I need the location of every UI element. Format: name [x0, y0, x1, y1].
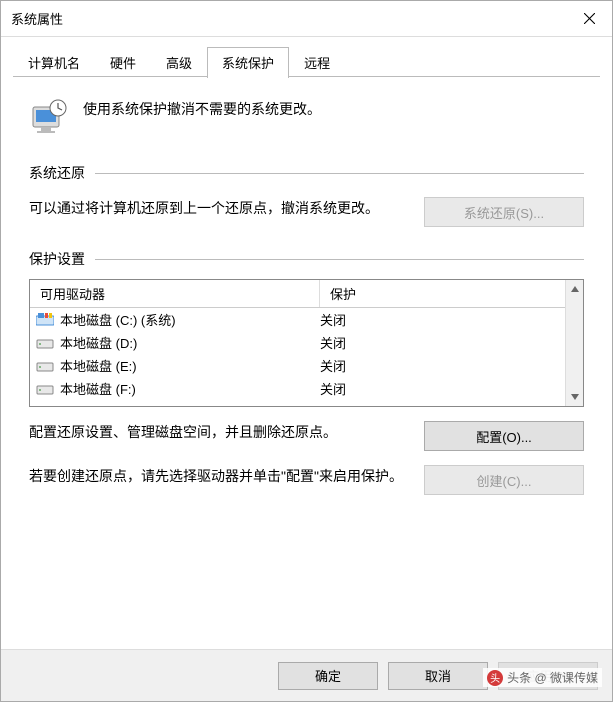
section-restore-title: 系统还原	[29, 163, 85, 183]
titlebar: 系统属性	[1, 1, 612, 37]
tab-advanced[interactable]: 高级	[151, 47, 207, 77]
system-restore-button[interactable]: 系统还原(S)...	[424, 197, 584, 227]
create-desc: 若要创建还原点，请先选择驱动器并单击"配置"来启用保护。	[29, 465, 404, 487]
ok-button[interactable]: 确定	[278, 662, 378, 690]
hdd-icon	[36, 336, 54, 350]
tab-remote[interactable]: 远程	[289, 47, 345, 77]
tab-computer-name[interactable]: 计算机名	[13, 47, 95, 77]
restore-desc: 可以通过将计算机还原到上一个还原点，撤消系统更改。	[29, 197, 404, 219]
tabs: 计算机名 硬件 高级 系统保护 远程	[1, 37, 612, 77]
table-row[interactable]: 本地磁盘 (C:) (系统) 关闭	[30, 308, 565, 331]
drive-name: 本地磁盘 (F:)	[60, 379, 136, 398]
tab-system-protection[interactable]: 系统保护	[207, 47, 289, 78]
create-row: 若要创建还原点，请先选择驱动器并单击"配置"来启用保护。 创建(C)...	[29, 465, 584, 495]
drive-table-header: 可用驱动器 保护	[30, 280, 565, 308]
divider	[95, 173, 584, 174]
drive-name: 本地磁盘 (C:) (系统)	[60, 310, 176, 329]
table-row[interactable]: 本地磁盘 (F:) 关闭	[30, 377, 565, 400]
restore-row: 可以通过将计算机还原到上一个还原点，撤消系统更改。 系统还原(S)...	[29, 197, 584, 227]
hdd-icon	[36, 359, 54, 373]
create-button[interactable]: 创建(C)...	[424, 465, 584, 495]
scroll-down-icon[interactable]	[566, 388, 583, 406]
drive-name: 本地磁盘 (D:)	[60, 333, 137, 352]
drive-rows: 本地磁盘 (C:) (系统) 关闭 本地磁盘 (D:) 关闭	[30, 308, 565, 406]
scroll-track[interactable]	[566, 298, 583, 388]
scrollbar[interactable]	[565, 280, 583, 406]
close-button[interactable]	[566, 1, 612, 37]
column-drive[interactable]: 可用驱动器	[30, 280, 320, 307]
configure-button[interactable]: 配置(O)...	[424, 421, 584, 451]
system-drive-icon	[36, 313, 54, 327]
hdd-icon	[36, 382, 54, 396]
drive-name: 本地磁盘 (E:)	[60, 356, 137, 375]
close-icon	[584, 13, 595, 24]
drive-protection: 关闭	[320, 333, 565, 352]
tab-content: 使用系统保护撤消不需要的系统更改。 系统还原 可以通过将计算机还原到上一个还原点…	[1, 77, 612, 649]
section-restore-header: 系统还原	[29, 163, 584, 183]
configure-desc: 配置还原设置、管理磁盘空间，并且删除还原点。	[29, 421, 404, 443]
configure-row: 配置还原设置、管理磁盘空间，并且删除还原点。 配置(O)...	[29, 421, 584, 451]
drive-protection: 关闭	[320, 379, 565, 398]
intro-text: 使用系统保护撤消不需要的系统更改。	[83, 95, 321, 119]
dialog-footer: 确定 取消 应用(A)	[1, 649, 612, 701]
drive-protection: 关闭	[320, 310, 565, 329]
scroll-up-icon[interactable]	[566, 280, 583, 298]
drive-protection: 关闭	[320, 356, 565, 375]
column-protection[interactable]: 保护	[320, 280, 565, 307]
table-row[interactable]: 本地磁盘 (E:) 关闭	[30, 354, 565, 377]
divider	[95, 259, 584, 260]
tab-hardware[interactable]: 硬件	[95, 47, 151, 77]
drive-table: 可用驱动器 保护 本地磁盘 (C:) (系统) 关闭	[29, 279, 584, 407]
section-settings-title: 保护设置	[29, 249, 85, 269]
section-settings-header: 保护设置	[29, 249, 584, 269]
cancel-button[interactable]: 取消	[388, 662, 488, 690]
window-title: 系统属性	[11, 9, 63, 28]
system-properties-window: 系统属性 计算机名 硬件 高级 系统保护 远程 使用系统保护撤消不需要的系统更	[0, 0, 613, 702]
table-row[interactable]: 本地磁盘 (D:) 关闭	[30, 331, 565, 354]
intro-row: 使用系统保护撤消不需要的系统更改。	[29, 95, 584, 135]
apply-button[interactable]: 应用(A)	[498, 662, 598, 690]
system-protection-icon	[29, 95, 69, 135]
